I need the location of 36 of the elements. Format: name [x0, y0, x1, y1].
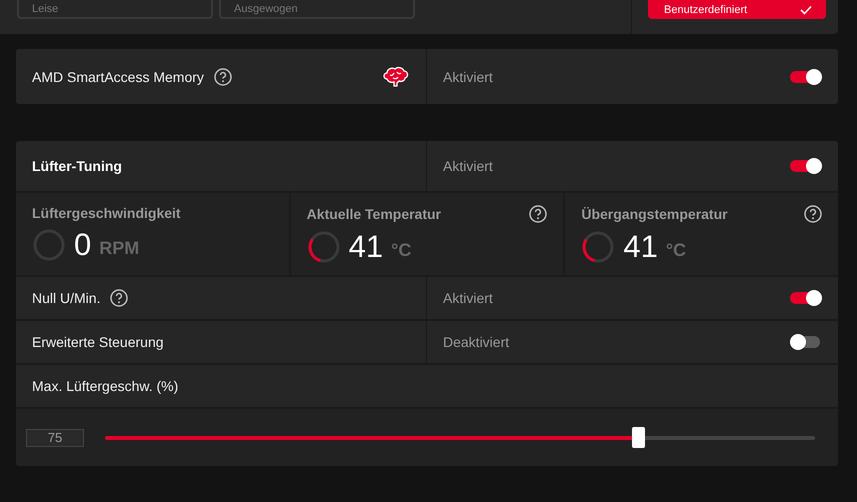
toggle-switch[interactable]: [790, 158, 822, 174]
stat-label: Aktuelle Temperatur: [306, 206, 442, 222]
toggle-switch[interactable]: [790, 290, 822, 306]
preset-option[interactable]: Ausgewogen: [219, 0, 415, 19]
help-icon[interactable]: [804, 205, 822, 223]
setting-label: AMD SmartAccess Memory: [32, 68, 204, 84]
setting-label: Erweiterte Steuerung: [32, 334, 164, 350]
brain-icon: [382, 64, 410, 88]
status-text: Aktiviert: [443, 68, 493, 84]
slider-thumb[interactable]: [632, 426, 644, 448]
toggle-switch[interactable]: [790, 68, 822, 84]
stat-unit: °C: [666, 240, 686, 261]
help-icon[interactable]: [529, 205, 548, 223]
stat-value: 41: [348, 229, 384, 265]
check-icon: [800, 4, 812, 14]
status-text: Aktiviert: [443, 290, 493, 306]
status-text: Aktiviert: [443, 158, 493, 174]
stat-value: 41: [623, 229, 658, 265]
value-field[interactable]: 75: [26, 428, 84, 446]
setting-label: Max. Lüftergeschw. (%): [32, 378, 178, 394]
stat-label: Übergangstemperatur: [581, 206, 728, 222]
stat-label: Lüftergeschwindigkeit: [32, 205, 181, 221]
gauge-icon: [306, 230, 341, 264]
setting-label: Null U/Min.: [32, 290, 100, 306]
section-title: Lüfter-Tuning: [32, 158, 122, 174]
gauge-icon: [32, 228, 66, 262]
stat-unit: RPM: [99, 238, 140, 259]
stat-unit: °C: [391, 240, 412, 261]
help-icon[interactable]: [110, 289, 128, 307]
status-text: Deaktiviert: [443, 334, 510, 350]
gauge-icon: [581, 230, 616, 264]
stat-value: 0: [74, 227, 92, 263]
preset-option[interactable]: Leise: [17, 0, 213, 19]
help-icon[interactable]: [214, 68, 232, 86]
preset-button[interactable]: Benutzerdefiniert: [648, 0, 826, 19]
toggle-switch[interactable]: [790, 334, 822, 350]
